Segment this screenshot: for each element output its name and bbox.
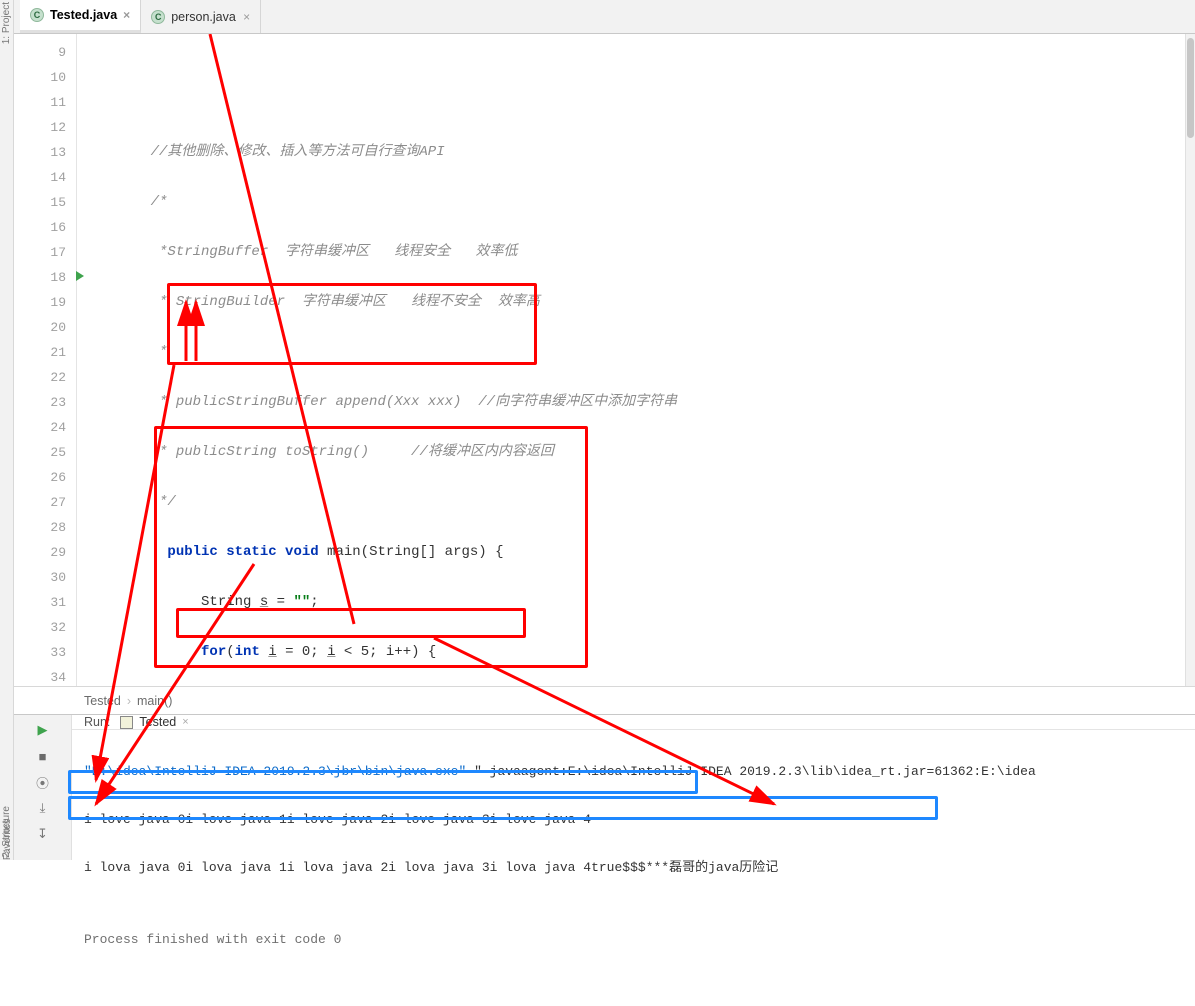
breadcrumb[interactable]: Tested › main() xyxy=(14,686,1195,714)
left-tool-strip: 1: Project 2: Structure xyxy=(0,0,14,860)
tab-label: Tested.java xyxy=(50,8,117,22)
dump-icon[interactable]: ⦿ xyxy=(34,773,52,791)
run-config-icon xyxy=(120,716,133,729)
run-header: Run: Tested × xyxy=(72,715,1195,730)
console-cmd-path: "E:\idea\IntelliJ IDEA 2019.2.3\jbr\bin\… xyxy=(84,764,474,779)
stop-icon[interactable]: ■ xyxy=(34,747,52,765)
close-icon[interactable]: × xyxy=(243,10,250,24)
console-line-2: i love java 0i love java 1i love java 2i… xyxy=(84,808,1195,832)
close-icon[interactable]: × xyxy=(182,716,188,728)
run-toolbar: ▶ ■ ⦿ ⤓ ↧ xyxy=(14,715,72,860)
java-file-icon: C xyxy=(151,10,165,24)
run-panel: ▶ ■ ⦿ ⤓ ↧ Run: Tested × "E:\idea\Intelli… xyxy=(14,714,1195,860)
editor: 9 10 11 12 13 14 15 16 17 18 19 20 21 22… xyxy=(14,34,1195,714)
line-number-gutter[interactable]: 9 10 11 12 13 14 15 16 17 18 19 20 21 22… xyxy=(14,34,77,714)
console-cmd-args: "-javaagent:E:\idea\IntelliJ IDEA 2019.2… xyxy=(474,764,1036,779)
close-icon[interactable]: × xyxy=(123,8,130,22)
console-output[interactable]: "E:\idea\IntelliJ IDEA 2019.2.3\jbr\bin\… xyxy=(72,730,1195,1006)
console-exit-line: Process finished with exit code 0 xyxy=(84,928,1195,952)
run-content: Run: Tested × "E:\idea\IntelliJ IDEA 201… xyxy=(72,715,1195,860)
restart-icon[interactable]: ↧ xyxy=(34,825,52,843)
tab-person-java[interactable]: C person.java × xyxy=(141,0,261,33)
scrollbar-thumb[interactable] xyxy=(1187,38,1194,138)
run-gutter-icon[interactable] xyxy=(76,271,84,281)
tab-label: person.java xyxy=(171,10,236,24)
run-tab-tested[interactable]: Tested × xyxy=(120,715,188,729)
breadcrumb-method[interactable]: main() xyxy=(137,694,172,708)
code-area[interactable]: //其他删除、修改、插入等方法可自行查询API /* *StringBuffer… xyxy=(99,34,1195,714)
editor-tab-bar: C Tested.java × C person.java × xyxy=(14,0,1195,34)
breadcrumb-sep: › xyxy=(127,694,131,708)
run-tab-label: Tested xyxy=(139,715,176,729)
favorites-tool-label[interactable]: Favorites xyxy=(2,819,13,860)
run-label: Run: xyxy=(84,715,110,729)
editor-scrollbar[interactable] xyxy=(1185,34,1195,686)
fold-gutter xyxy=(77,34,99,714)
favorites-strip: Favorites xyxy=(0,770,14,860)
breadcrumb-class[interactable]: Tested xyxy=(84,694,121,708)
rerun-icon[interactable]: ▶ xyxy=(34,721,52,739)
project-tool-label[interactable]: 1: Project xyxy=(1,2,12,44)
tab-tested-java[interactable]: C Tested.java × xyxy=(20,0,141,33)
java-file-icon: C xyxy=(30,8,44,22)
export-icon[interactable]: ⤓ xyxy=(34,799,52,817)
